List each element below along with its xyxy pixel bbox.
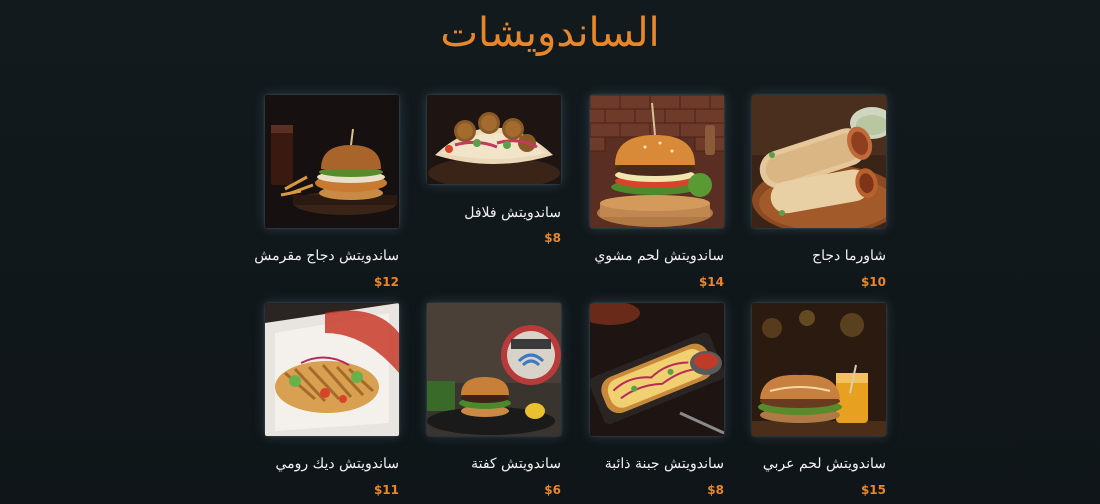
menu-item-falafel-sandwich[interactable]: ساندويتش فلافل $8 [427, 95, 561, 255]
menu-item-name: ساندويتش جبنة ذائبة [604, 456, 724, 472]
melted-cheese-sandwich-photo[interactable] [590, 303, 724, 436]
menu-item-name: ساندويتش ديك رومي [275, 456, 400, 472]
menu-item-name: ساندويتش لحم مشوي [594, 248, 724, 264]
turkey-doner-wrap-photo[interactable] [265, 303, 399, 436]
menu-item-name: ساندويتش كفتة [471, 456, 561, 472]
menu-item-price: $11 [373, 483, 399, 497]
menu-item-price: $8 [707, 483, 724, 497]
menu-item-melted-cheese-sandwich[interactable]: ساندويتش جبنة ذائبة $8 [590, 303, 724, 503]
menu-item-name: ساندويتش دجاج مقرمش [254, 248, 399, 264]
menu-item-price: $6 [544, 483, 561, 497]
page-title: الساندويشات [440, 10, 660, 56]
kofta-burger-photo[interactable] [427, 303, 561, 436]
sandwiches-menu-page: الساندويشات شاورما دجاج $10 ساندويتش لحم… [0, 0, 1100, 504]
menu-item-name: ساندويتش لحم عربي [762, 456, 886, 472]
menu-item-arabic-meat-sandwich[interactable]: ساندويتش لحم عربي $15 [752, 303, 886, 503]
menu-item-price: $12 [373, 275, 399, 289]
grilled-meat-burger-photo[interactable] [590, 95, 724, 228]
menu-item-grilled-meat-sandwich[interactable]: ساندويتش لحم مشوي $14 [590, 95, 724, 295]
menu-item-price: $8 [544, 231, 561, 245]
menu-item-price: $15 [860, 483, 886, 497]
menu-item-kofta-sandwich[interactable]: ساندويتش كفتة $6 [427, 303, 561, 503]
crispy-chicken-burger-photo[interactable] [265, 95, 399, 228]
menu-item-chicken-shawarma[interactable]: شاورما دجاج $10 [752, 95, 886, 295]
menu-item-crispy-chicken-sandwich[interactable]: ساندويتش دجاج مقرمش $12 [254, 95, 399, 295]
menu-item-price: $14 [698, 275, 724, 289]
falafel-pita-photo[interactable] [427, 95, 561, 184]
menu-item-name: ساندويتش فلافل [464, 205, 561, 221]
menu-item-turkey-sandwich[interactable]: ساندويتش ديك رومي $11 [265, 303, 399, 503]
menu-item-name: شاورما دجاج [812, 248, 886, 264]
arabic-meat-sandwich-photo[interactable] [752, 303, 886, 436]
chicken-shawarma-photo[interactable] [752, 95, 886, 228]
menu-item-price: $10 [860, 275, 886, 289]
